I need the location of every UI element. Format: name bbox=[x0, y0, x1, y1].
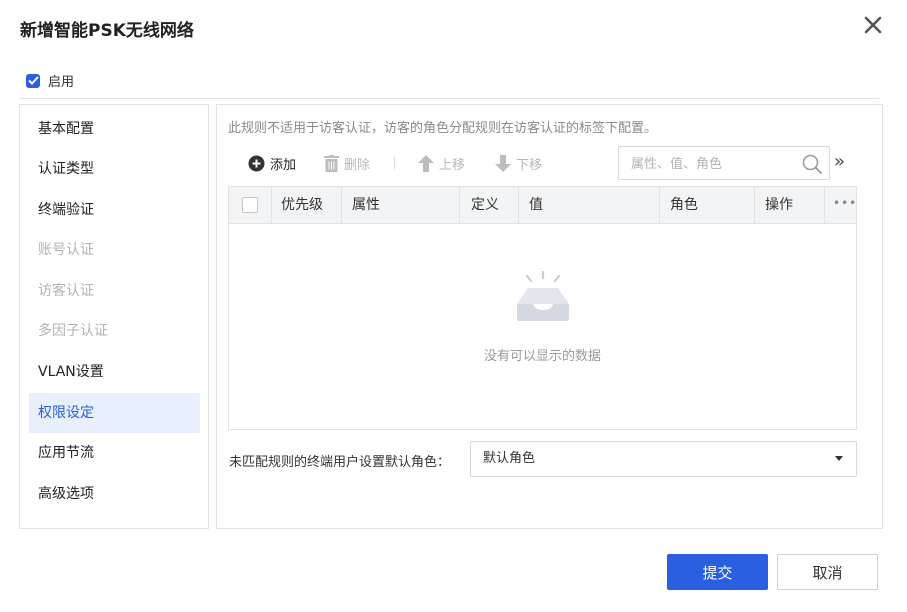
hint-text: 此规则不适用于访客认证，访客的角色分配规则在访客认证的标签下配置。 bbox=[228, 121, 658, 136]
default-role-value: 默认角色 bbox=[483, 451, 536, 466]
divider bbox=[20, 98, 879, 99]
enable-checkbox[interactable]: 启用 bbox=[26, 71, 74, 90]
sidebar-item-mfa: 多因子认证 bbox=[38, 323, 108, 339]
column-divider bbox=[271, 187, 272, 223]
delete-button[interactable]: 删除 bbox=[324, 140, 370, 186]
sidebar-item-permissions[interactable]: 权限设定 bbox=[29, 393, 200, 433]
column-header-priority[interactable]: 优先级 bbox=[281, 187, 323, 223]
sidebar-item-advanced[interactable]: 高级选项 bbox=[29, 474, 200, 514]
sidebar-item-account-auth: 账号认证 bbox=[38, 242, 94, 258]
rules-table: 优先级 属性 定义 值 角色 操作 ••• 没有可以显示的数据 bbox=[228, 186, 857, 430]
sidebar-item-basic-config[interactable]: 基本配置 bbox=[29, 109, 200, 149]
submit-button[interactable]: 提交 bbox=[667, 554, 768, 590]
move-down-label: 下移 bbox=[516, 157, 543, 173]
sidebar-item-vlan[interactable]: VLAN设置 bbox=[29, 352, 200, 392]
toolbar-separator bbox=[394, 157, 395, 169]
delete-label: 删除 bbox=[344, 157, 371, 173]
add-label: 添加 bbox=[270, 157, 297, 173]
column-header-role[interactable]: 角色 bbox=[670, 187, 698, 223]
sidebar-item-auth-type[interactable]: 认证类型 bbox=[29, 149, 200, 189]
default-role-select[interactable]: 默认角色 bbox=[470, 441, 857, 477]
sidebar-item-terminal-verify[interactable]: 终端验证 bbox=[29, 190, 200, 230]
trash-icon bbox=[324, 154, 339, 172]
sidebar-item-app-throttle[interactable]: 应用节流 bbox=[29, 433, 200, 473]
table-header: 优先级 属性 定义 值 角色 操作 ••• bbox=[229, 187, 856, 224]
dialog: 新增智能PSK无线网络 启用 基本配置 认证类型 终端验证 账号认证 访客认证 … bbox=[0, 0, 907, 612]
column-header-attribute[interactable]: 属性 bbox=[352, 187, 380, 223]
toolbar: 添加 删除 上移 下移 属性、值、角色 » bbox=[228, 140, 857, 186]
column-divider bbox=[459, 187, 460, 223]
enable-label: 启用 bbox=[48, 75, 75, 90]
move-down-button[interactable]: 下移 bbox=[495, 140, 542, 186]
move-up-label: 上移 bbox=[439, 157, 466, 173]
checkbox-checked-icon[interactable] bbox=[26, 73, 40, 88]
close-icon bbox=[864, 16, 882, 34]
plus-circle-icon bbox=[248, 155, 265, 171]
column-header-definition[interactable]: 定义 bbox=[471, 187, 499, 223]
expand-button[interactable]: » bbox=[834, 153, 845, 171]
search-icon bbox=[802, 154, 822, 174]
arrow-down-icon bbox=[495, 154, 511, 172]
search-input[interactable] bbox=[629, 153, 798, 175]
search-box bbox=[618, 146, 830, 180]
column-divider bbox=[824, 187, 825, 223]
dialog-title: 新增智能PSK无线网络 bbox=[20, 21, 194, 41]
select-all-checkbox[interactable] bbox=[242, 197, 258, 213]
default-role-label: 未匹配规则的终端用户设置默认角色： bbox=[229, 455, 451, 470]
cancel-button[interactable]: 取消 bbox=[777, 554, 878, 590]
sidebar-item-guest-auth: 访客认证 bbox=[38, 283, 94, 299]
search-button[interactable] bbox=[802, 154, 822, 178]
column-divider bbox=[754, 187, 755, 223]
caret-down-icon bbox=[835, 456, 843, 461]
add-button[interactable]: 添加 bbox=[248, 140, 296, 186]
column-header-actions[interactable]: 操作 bbox=[765, 187, 793, 223]
move-up-button[interactable]: 上移 bbox=[418, 140, 465, 186]
column-header-value[interactable]: 值 bbox=[529, 187, 543, 223]
empty-state-text: 没有可以显示的数据 bbox=[483, 349, 601, 364]
arrow-up-icon bbox=[418, 154, 434, 172]
column-divider bbox=[341, 187, 342, 223]
empty-inbox-icon bbox=[514, 269, 572, 327]
more-icon[interactable]: ••• bbox=[833, 196, 857, 210]
close-button[interactable] bbox=[862, 14, 884, 36]
column-divider bbox=[518, 187, 519, 223]
column-divider bbox=[659, 187, 660, 223]
sidebar: 基本配置 认证类型 终端验证 账号认证 访客认证 多因子认证 VLAN设置 权限… bbox=[19, 104, 209, 529]
